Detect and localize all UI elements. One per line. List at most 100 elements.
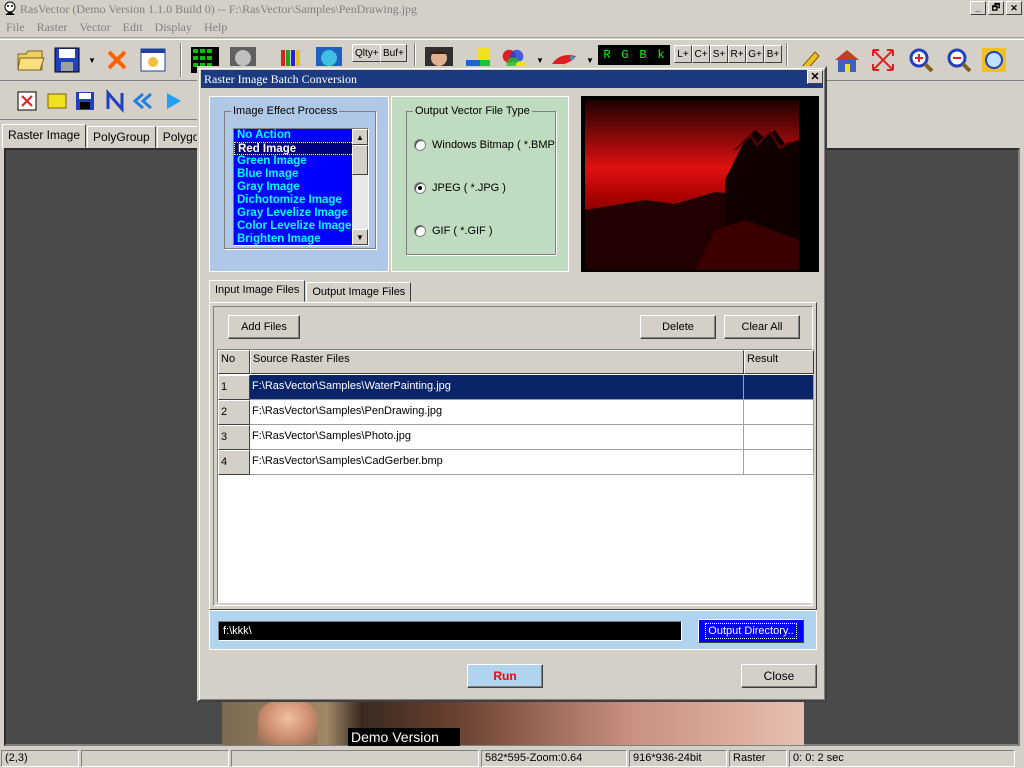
col-result[interactable]: Result bbox=[744, 350, 814, 374]
table-row[interactable]: 3 F:\RasVector\Samples\Photo.jpg bbox=[218, 425, 814, 450]
effect-group-label: Image Effect Process bbox=[231, 105, 340, 117]
add-files-button[interactable]: Add Files bbox=[228, 315, 300, 339]
rewind-icon[interactable] bbox=[128, 86, 158, 116]
s-plus-button[interactable]: S+ bbox=[710, 45, 728, 63]
effect-list-scrollbar[interactable]: ▲ ▼ bbox=[352, 129, 368, 245]
save-small-icon[interactable] bbox=[70, 86, 100, 116]
new-doc-icon[interactable] bbox=[42, 86, 72, 116]
title-bar: RasVector (Demo Version 1.1.0 Build 0) -… bbox=[0, 0, 1024, 18]
delete-button[interactable]: Delete bbox=[640, 315, 716, 339]
row-source[interactable]: F:\RasVector\Samples\CadGerber.bmp bbox=[250, 450, 744, 475]
radio-jpg-circle[interactable] bbox=[414, 182, 426, 194]
save-dropdown-icon[interactable]: ▼ bbox=[88, 56, 96, 65]
menu-file[interactable]: File bbox=[0, 20, 31, 35]
tab-output-files[interactable]: Output Image Files bbox=[306, 282, 412, 302]
color-dropdown-icon[interactable]: ▼ bbox=[536, 56, 544, 65]
table-header: No Source Raster Files Result bbox=[218, 350, 814, 375]
row-result bbox=[744, 400, 814, 425]
effect-list[interactable]: No Action Red Image Green Image Blue Ima… bbox=[233, 128, 369, 246]
c-plus-button[interactable]: C+ bbox=[692, 45, 710, 63]
minimize-button[interactable]: _ bbox=[970, 1, 986, 15]
tab-polygroup[interactable]: PolyGroup bbox=[87, 126, 156, 148]
table-row[interactable]: 4 F:\RasVector\Samples\CadGerber.bmp bbox=[218, 450, 814, 475]
tab-input-files[interactable]: Input Image Files bbox=[209, 280, 306, 302]
menu-edit[interactable]: Edit bbox=[117, 20, 149, 35]
zoom-fit-icon[interactable] bbox=[980, 45, 1010, 75]
radio-bmp[interactable]: Windows Bitmap ( *.BMP bbox=[414, 139, 555, 151]
child-face-image bbox=[258, 700, 318, 745]
col-no[interactable]: No bbox=[218, 350, 250, 374]
settings-window-icon[interactable] bbox=[138, 45, 168, 75]
status-mode: Raster bbox=[729, 750, 787, 767]
status-coords: (2,3) bbox=[1, 750, 79, 767]
scroll-down-icon[interactable]: ▼ bbox=[352, 229, 368, 245]
effect-item[interactable]: Dichotomize Image bbox=[234, 194, 368, 207]
effect-item[interactable]: Gray Image bbox=[234, 181, 368, 194]
restore-button[interactable]: 🗗 bbox=[988, 1, 1004, 15]
open-folder-icon[interactable] bbox=[16, 45, 46, 75]
effect-item[interactable]: Green Image bbox=[234, 155, 368, 168]
output-directory-button[interactable]: Output Directory.. bbox=[698, 619, 804, 643]
effect-item[interactable]: Gray Levelize Image bbox=[234, 207, 368, 220]
rgbk-b[interactable]: B bbox=[639, 48, 646, 62]
tab-raster-image[interactable]: Raster Image bbox=[2, 124, 87, 148]
row-no: 4 bbox=[218, 450, 250, 475]
effect-item[interactable]: Blue Image bbox=[234, 168, 368, 181]
table-row[interactable]: 2 F:\RasVector\Samples\PenDrawing.jpg bbox=[218, 400, 814, 425]
row-result bbox=[744, 375, 814, 400]
n-icon[interactable] bbox=[100, 86, 130, 116]
radio-jpg-label: JPEG ( *.JPG ) bbox=[432, 182, 506, 194]
run-button[interactable]: Run bbox=[467, 664, 543, 688]
row-no: 1 bbox=[218, 375, 250, 400]
clear-all-button[interactable]: Clear All bbox=[724, 315, 800, 339]
dialog-title: Raster Image Batch Conversion bbox=[201, 70, 823, 88]
menu-help[interactable]: Help bbox=[198, 20, 233, 35]
radio-jpg[interactable]: JPEG ( *.JPG ) bbox=[414, 182, 506, 194]
fit-screen-icon[interactable] bbox=[868, 45, 898, 75]
save-icon[interactable] bbox=[52, 45, 82, 75]
file-tabs: Input Image Files Output Image Files bbox=[209, 280, 412, 302]
menu-display[interactable]: Display bbox=[149, 20, 198, 35]
radio-gif-circle[interactable] bbox=[414, 225, 426, 237]
vector-group-label: Output Vector File Type bbox=[413, 105, 532, 117]
vector-type-panel: Output Vector File Type Windows Bitmap (… bbox=[391, 96, 569, 272]
menu-raster[interactable]: Raster bbox=[31, 20, 74, 35]
g-plus-button[interactable]: G+ bbox=[746, 45, 764, 63]
radio-bmp-circle[interactable] bbox=[414, 139, 426, 151]
row-source[interactable]: F:\RasVector\Samples\Photo.jpg bbox=[250, 425, 744, 450]
output-directory-input[interactable] bbox=[218, 621, 682, 641]
effect-item[interactable]: No Action bbox=[234, 129, 368, 142]
rgbk-k[interactable]: k bbox=[657, 48, 664, 62]
col-source[interactable]: Source Raster Files bbox=[250, 350, 744, 374]
effect-item[interactable]: Color Levelize Image bbox=[234, 220, 368, 233]
batch-conversion-dialog: Raster Image Batch Conversion ✕ Image Ef… bbox=[197, 66, 827, 702]
buffer-plus-button[interactable]: Buf+ bbox=[380, 44, 407, 62]
status-time: 0: 0: 2 sec bbox=[789, 750, 1015, 767]
house-icon[interactable] bbox=[832, 45, 862, 75]
radio-gif[interactable]: GIF ( *.GIF ) bbox=[414, 225, 493, 237]
table-row[interactable]: 1 F:\RasVector\Samples\WaterPainting.jpg bbox=[218, 375, 814, 400]
scroll-up-icon[interactable]: ▲ bbox=[352, 129, 368, 145]
close-window-button[interactable]: ✕ bbox=[1006, 1, 1022, 15]
zoom-out-icon[interactable] bbox=[944, 45, 974, 75]
close-doc-icon[interactable] bbox=[12, 86, 42, 116]
zoom-in-icon[interactable] bbox=[906, 45, 936, 75]
b-plus-button[interactable]: B+ bbox=[764, 45, 782, 63]
close-button[interactable]: Close bbox=[741, 664, 817, 688]
row-source[interactable]: F:\RasVector\Samples\WaterPainting.jpg bbox=[250, 375, 744, 400]
rgbk-r[interactable]: R bbox=[603, 48, 610, 62]
effect-dropdown-icon[interactable]: ▼ bbox=[586, 56, 594, 65]
quality-plus-button[interactable]: Qlty+ bbox=[352, 44, 382, 62]
dialog-close-icon[interactable]: ✕ bbox=[807, 70, 823, 84]
status-empty-2 bbox=[231, 750, 479, 767]
play-icon[interactable] bbox=[158, 86, 188, 116]
delete-icon[interactable] bbox=[102, 45, 132, 75]
effect-item-selected[interactable]: Red Image bbox=[234, 142, 368, 155]
l-plus-button[interactable]: L+ bbox=[674, 45, 692, 63]
effect-item[interactable]: Brighten Image bbox=[234, 233, 368, 245]
menu-vector[interactable]: Vector bbox=[73, 20, 116, 35]
row-source[interactable]: F:\RasVector\Samples\PenDrawing.jpg bbox=[250, 400, 744, 425]
r-plus-button[interactable]: R+ bbox=[728, 45, 746, 63]
scroll-thumb[interactable] bbox=[352, 145, 368, 175]
rgbk-g[interactable]: G bbox=[621, 48, 628, 62]
